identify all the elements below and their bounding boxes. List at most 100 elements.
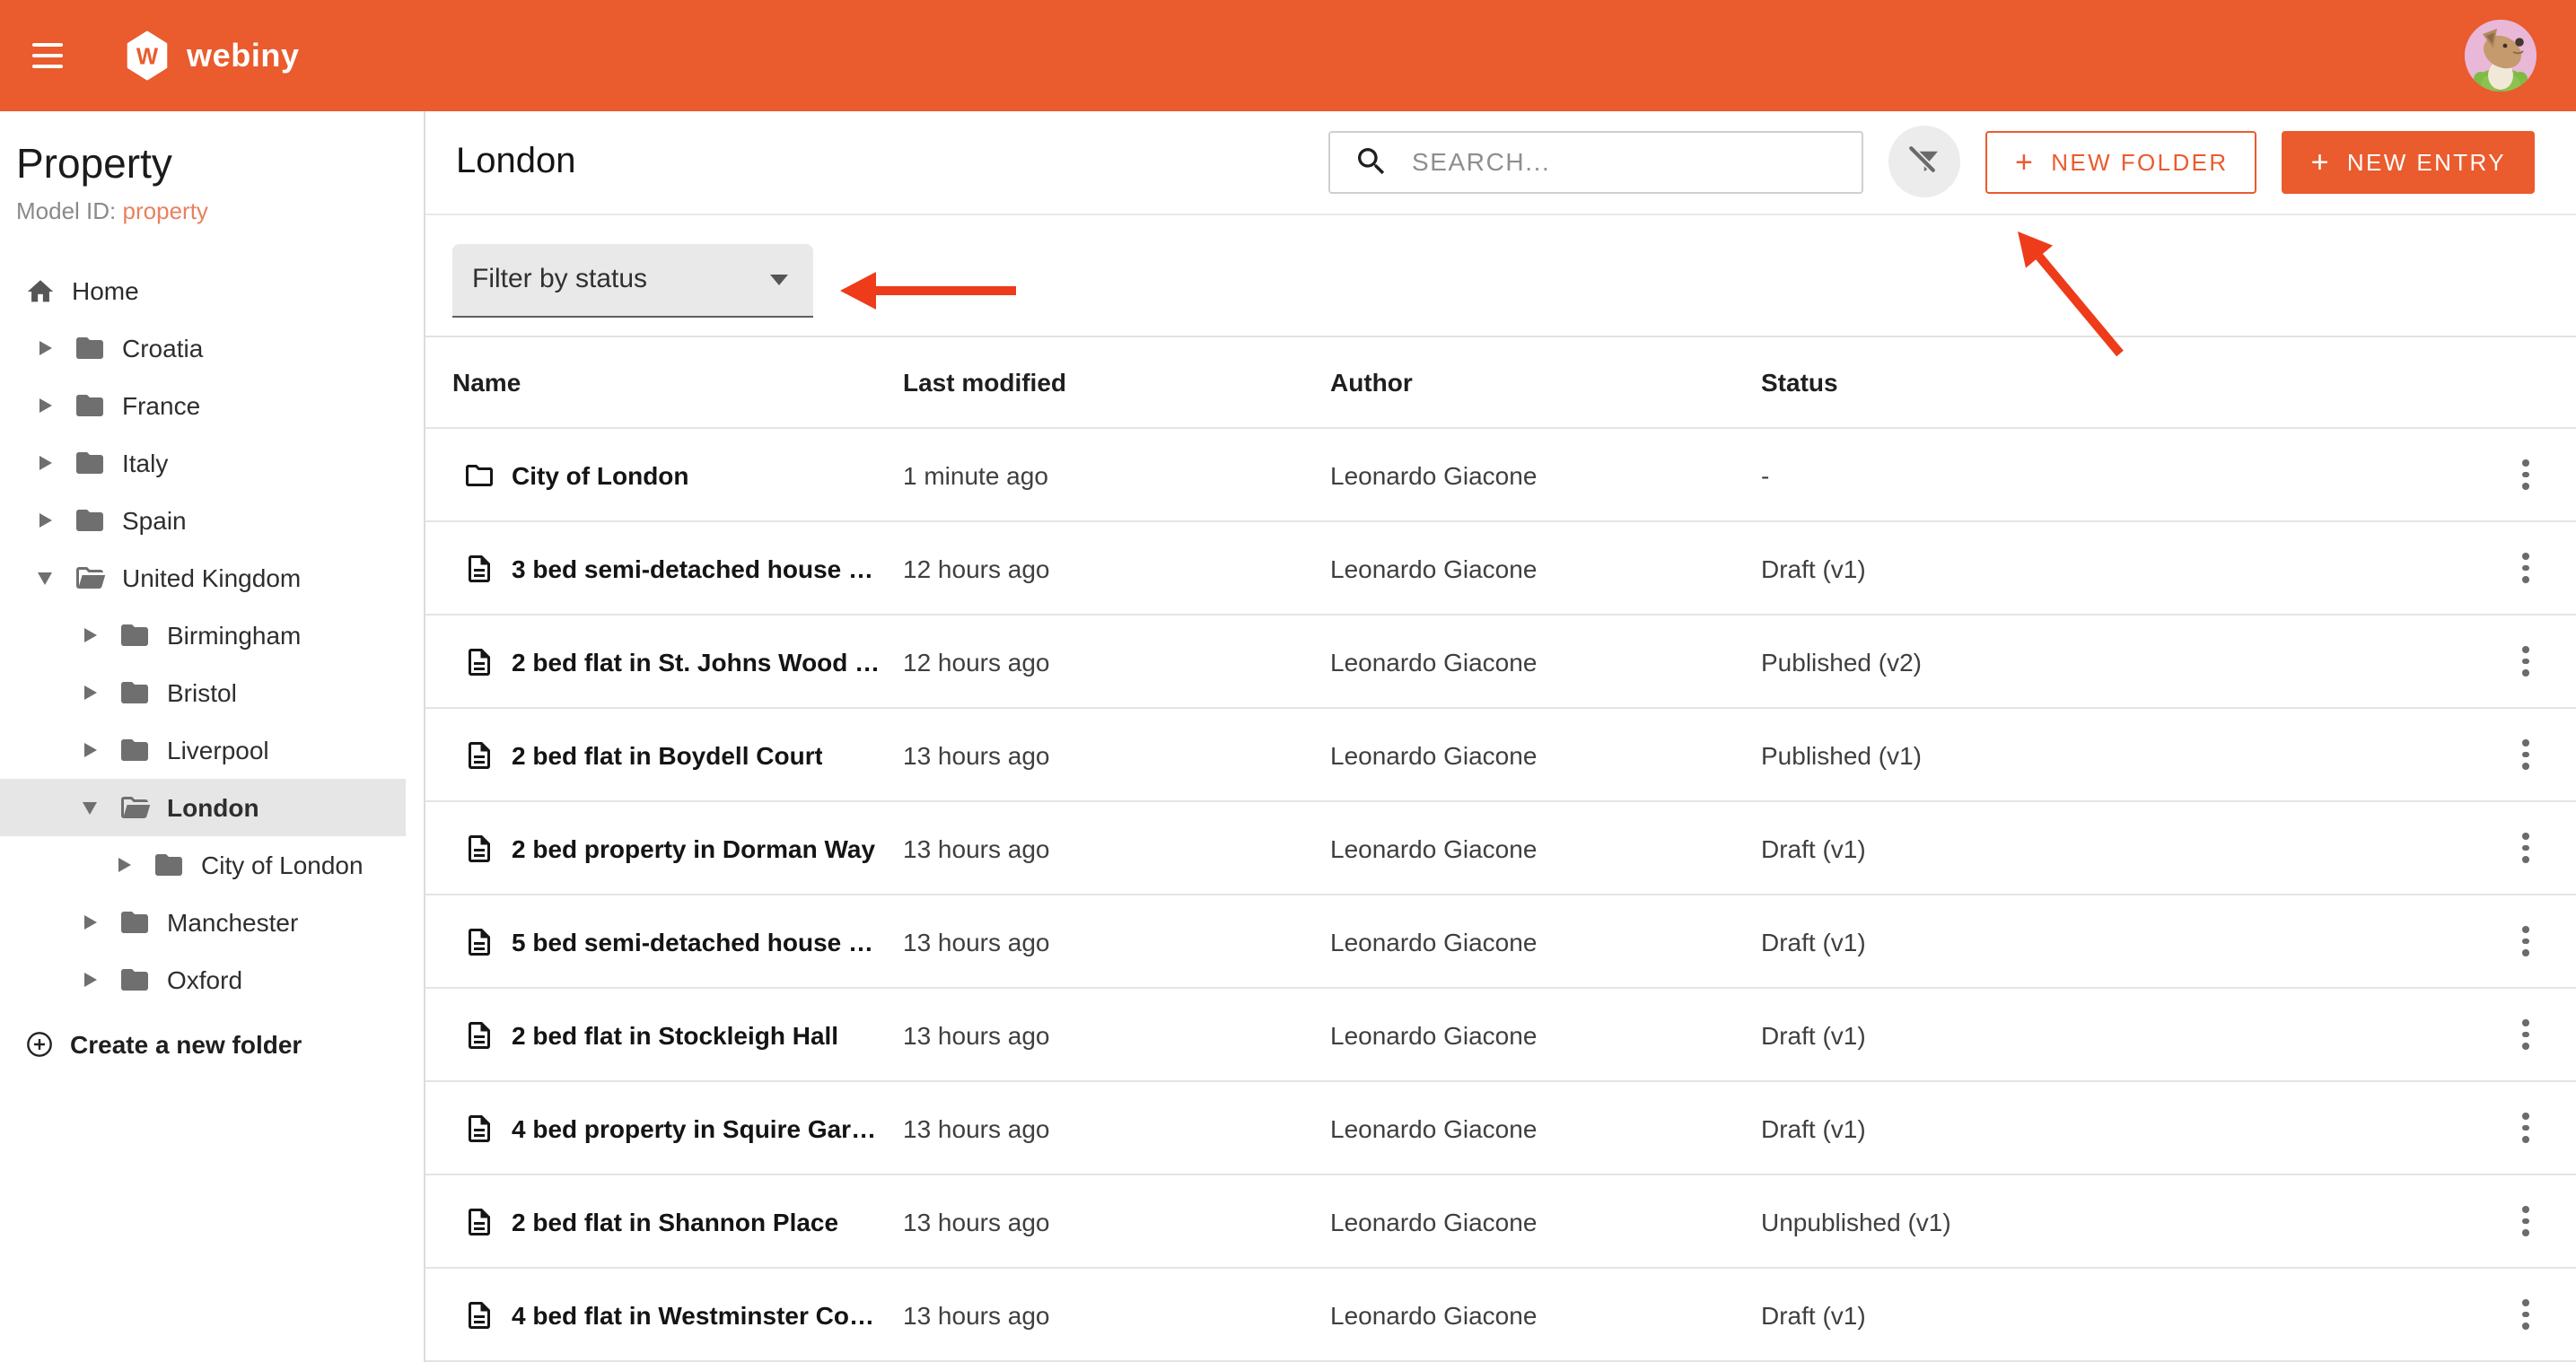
status-cell: Draft (v1) (1761, 834, 1866, 862)
last-modified-cell: 13 hours ago (903, 1300, 1050, 1329)
entry-name-link[interactable]: 2 bed flat in Stockleigh Hall (512, 1020, 838, 1049)
create-new-folder-button[interactable]: Create a new folder (0, 1016, 424, 1073)
folder-label: Bristol (167, 678, 237, 707)
table-row-2-bed-flat-in-shannon-place[interactable]: 2 bed flat in Shannon Place 13 hours ago… (425, 1175, 2576, 1269)
menu-icon[interactable] (29, 36, 75, 75)
sidebar-folder-liverpool[interactable]: Liverpool (0, 721, 424, 779)
last-modified-cell: 13 hours ago (903, 1020, 1050, 1049)
caret-icon[interactable] (79, 801, 101, 814)
caret-icon[interactable] (34, 398, 56, 413)
row-type-icon (463, 552, 495, 584)
folder-label: Italy (122, 449, 169, 477)
sidebar-folder-city-of-london[interactable]: City of London (0, 836, 424, 894)
table-row-5-bed-semi-detached-house[interactable]: 5 bed semi-detached house … 13 hours ago… (425, 895, 2576, 989)
table-row-2-bed-flat-in-stockleigh-hall[interactable]: 2 bed flat in Stockleigh Hall 13 hours a… (425, 989, 2576, 1082)
caret-icon[interactable] (34, 341, 56, 355)
entry-name-link[interactable]: 4 bed flat in Westminster Co… (512, 1300, 874, 1329)
entry-name-link[interactable]: 3 bed semi-detached house … (512, 554, 873, 582)
entry-name-link[interactable]: 2 bed flat in St. Johns Wood … (512, 647, 880, 676)
entry-name-link[interactable]: 5 bed semi-detached house … (512, 927, 873, 956)
table-row-city-of-london[interactable]: City of London 1 minute ago Leonardo Gia… (425, 429, 2576, 522)
entry-name-link[interactable]: 2 bed flat in Shannon Place (512, 1207, 838, 1235)
entry-name-link[interactable]: 2 bed flat in Boydell Court (512, 740, 823, 769)
webiny-logo[interactable]: W webiny (126, 31, 300, 81)
folder-icon (118, 906, 151, 939)
content-header: London SEARCH... + NEW FOLDER + NEW ENTR… (425, 111, 2576, 215)
sidebar: Property Model ID: property Home Croatia… (0, 111, 425, 1362)
sidebar-folder-france[interactable]: France (0, 377, 424, 434)
sidebar-folder-italy[interactable]: Italy (0, 434, 424, 492)
folder-icon (118, 619, 151, 651)
sidebar-folder-oxford[interactable]: Oxford (0, 951, 424, 1008)
brand-wordmark: webiny (187, 37, 300, 73)
table-row-3-bed-semi-detached-house[interactable]: 3 bed semi-detached house … 12 hours ago… (425, 522, 2576, 616)
folder-icon (153, 849, 185, 881)
sidebar-folder-united-kingdom[interactable]: United Kingdom (0, 549, 424, 607)
row-actions-menu-icon[interactable] (2511, 1288, 2540, 1340)
caret-icon[interactable] (34, 572, 56, 584)
disable-filters-button[interactable] (1888, 126, 1961, 198)
folder-icon (74, 447, 106, 479)
model-id-link[interactable]: property (123, 197, 208, 224)
sidebar-folder-croatia[interactable]: Croatia (0, 319, 424, 377)
model-title: Property (16, 140, 172, 187)
filter-by-status-select[interactable]: Filter by status (452, 243, 813, 318)
caret-icon[interactable] (79, 685, 101, 700)
sidebar-folder-birmingham[interactable]: Birmingham (0, 607, 424, 664)
top-bar: W webiny (0, 0, 2576, 111)
status-cell: Published (v2) (1761, 647, 1922, 676)
new-folder-button[interactable]: + NEW FOLDER (1985, 130, 2257, 194)
row-type-icon (463, 738, 495, 771)
entries-table-body: City of London 1 minute ago Leonardo Gia… (425, 429, 2576, 1362)
row-actions-menu-icon[interactable] (2511, 542, 2540, 593)
entry-name-link[interactable]: 4 bed property in Squire Gar… (512, 1113, 876, 1142)
author-cell: Leonardo Giacone (1330, 1113, 1538, 1142)
sidebar-folder-manchester[interactable]: Manchester (0, 894, 424, 951)
row-actions-menu-icon[interactable] (2511, 1008, 2540, 1060)
create-folder-label: Create a new folder (70, 1030, 302, 1059)
entry-name-link[interactable]: City of London (512, 460, 689, 489)
row-actions-menu-icon[interactable] (2511, 822, 2540, 873)
folder-label: United Kingdom (122, 563, 302, 592)
row-actions-menu-icon[interactable] (2511, 449, 2540, 500)
row-type-icon (463, 1298, 495, 1331)
table-row-4-bed-flat-in-westminster-co[interactable]: 4 bed flat in Westminster Co… 13 hours a… (425, 1269, 2576, 1362)
row-actions-menu-icon[interactable] (2511, 1195, 2540, 1246)
folder-label: Liverpool (167, 736, 269, 764)
last-modified-cell: 13 hours ago (903, 1113, 1050, 1142)
caret-icon[interactable] (79, 743, 101, 757)
caret-icon[interactable] (79, 973, 101, 987)
table-row-2-bed-flat-in-boydell-court[interactable]: 2 bed flat in Boydell Court 13 hours ago… (425, 709, 2576, 802)
caret-icon[interactable] (79, 628, 101, 642)
row-type-icon (463, 1018, 495, 1051)
last-modified-cell: 13 hours ago (903, 1207, 1050, 1235)
user-avatar[interactable] (2465, 20, 2537, 92)
entry-name-link[interactable]: 2 bed property in Dorman Way (512, 834, 875, 862)
last-modified-cell: 13 hours ago (903, 834, 1050, 862)
caret-icon[interactable] (34, 513, 56, 528)
folder-icon (118, 791, 151, 824)
filter-off-icon (1906, 143, 1939, 176)
sidebar-item-home[interactable]: Home (0, 262, 424, 319)
row-actions-menu-icon[interactable] (2511, 915, 2540, 966)
row-actions-menu-icon[interactable] (2511, 729, 2540, 780)
caret-icon[interactable] (79, 915, 101, 930)
new-entry-button[interactable]: + NEW ENTRY (2282, 130, 2535, 194)
row-type-icon (463, 1112, 495, 1144)
sidebar-folder-london[interactable]: London (0, 779, 406, 836)
sidebar-folder-spain[interactable]: Spain (0, 492, 424, 549)
sidebar-folder-bristol[interactable]: Bristol (0, 664, 424, 721)
avatar-dog-photo (2465, 20, 2537, 92)
model-id-line: Model ID: property (16, 196, 409, 226)
table-row-2-bed-flat-in-st-johns-wood[interactable]: 2 bed flat in St. Johns Wood … 12 hours … (425, 616, 2576, 709)
search-input[interactable] (1407, 145, 1844, 179)
caret-icon[interactable] (34, 456, 56, 470)
row-actions-menu-icon[interactable] (2511, 1102, 2540, 1153)
caret-icon[interactable] (113, 858, 135, 872)
plus-icon: + (2310, 144, 2331, 179)
plus-circle-icon (27, 1032, 52, 1057)
table-row-2-bed-property-in-dorman-way[interactable]: 2 bed property in Dorman Way 13 hours ag… (425, 802, 2576, 895)
table-row-4-bed-property-in-squire-gar[interactable]: 4 bed property in Squire Gar… 13 hours a… (425, 1082, 2576, 1175)
row-actions-menu-icon[interactable] (2511, 635, 2540, 686)
folder-icon (118, 734, 151, 766)
